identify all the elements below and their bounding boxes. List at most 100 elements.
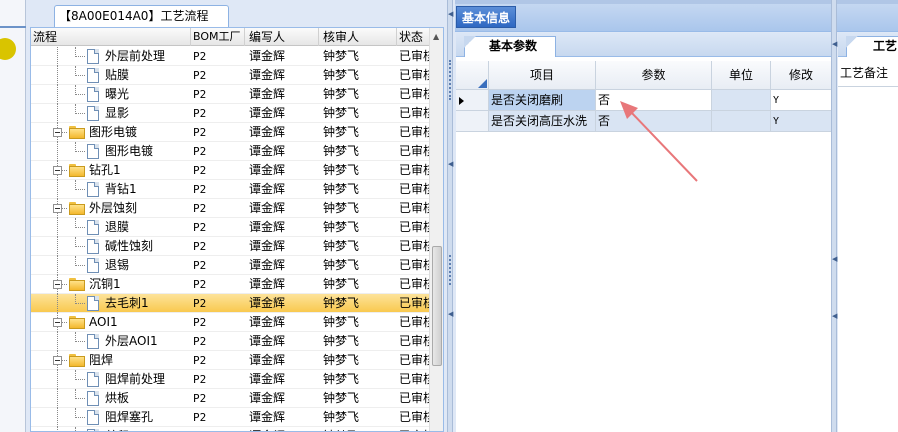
param-value-cell[interactable]: 否 [596,90,712,111]
process-tree-tab[interactable]: 【8A00E014A0】工艺流程 [54,5,229,27]
params-grid-corner[interactable] [456,61,489,90]
param-unit-cell[interactable] [712,111,771,132]
param-item-cell[interactable]: 是否关闭磨刷 [489,90,596,111]
tree-row[interactable]: 外层AOI1 P2 谭金辉 钟梦飞 已审核 [31,332,431,351]
tab-craft[interactable]: 工艺 [846,36,898,57]
tree-row[interactable]: 图形电镀 P2 谭金辉 钟梦飞 已审核 [31,123,431,142]
tree-row[interactable]: 退锡 P2 谭金辉 钟梦飞 已审核 [31,256,431,275]
status-cell: 已审核 [399,353,431,367]
folder-icon [69,316,85,329]
vertical-splitter-right[interactable]: ◀ ◀ ◀ [831,0,837,432]
bom-factory-cell: P2 [193,427,245,431]
author-cell: 谭金辉 [249,87,286,101]
folder-body [69,166,85,177]
tree-connector-line [57,427,58,431]
vertical-splitter-left[interactable]: ◀ ◀ ◀ [447,0,453,432]
status-cell: 已审核 [399,427,431,431]
tree-row[interactable]: 烘板 P2 谭金辉 钟梦飞 已审核 [31,389,431,408]
params-grid: 项目 参数 单位 修改 是否关闭磨刷 否 Y 是否关闭高压水洗 否 Y [456,61,832,141]
tree-row[interactable]: 沉铜1 P2 谭金辉 钟梦飞 已审核 [31,275,431,294]
tree-row[interactable]: 外层蚀刻 P2 谭金辉 钟梦飞 已审核 [31,199,431,218]
tree-row[interactable]: 钻孔1 P2 谭金辉 钟梦飞 已审核 [31,161,431,180]
col-header-status[interactable]: 状态 [397,28,431,46]
document-icon [87,410,99,425]
tab-basic-params[interactable]: 基本参数 [464,36,556,57]
collapse-toggle-icon[interactable] [53,204,62,213]
params-col-item[interactable]: 项目 [489,61,596,90]
tree-row[interactable]: 背钻1 P2 谭金辉 钟梦飞 已审核 [31,180,431,199]
tree-row[interactable]: 阻焊前处理 P2 谭金辉 钟梦飞 已审核 [31,370,431,389]
left-collapsed-panel [0,0,26,432]
document-icon [87,334,99,349]
collapse-toggle-icon[interactable] [53,166,62,175]
params-col-value[interactable]: 参数 [596,61,712,90]
tree-row[interactable]: 退膜 P2 谭金辉 钟梦飞 已审核 [31,218,431,237]
author-cell: 谭金辉 [249,353,286,367]
collapse-toggle-icon[interactable] [53,318,62,327]
tree-row[interactable]: 阻焊塞孔 P2 谭金辉 钟梦飞 已审核 [31,408,431,427]
document-icon [87,220,99,235]
tree-connector-line [75,56,85,57]
tree-row[interactable]: 图形电镀 P2 谭金辉 钟梦飞 已审核 [31,142,431,161]
splitter-collapse-arrow-icon[interactable]: ◀ [448,310,453,318]
reviewer-cell: 钟梦飞 [323,68,360,82]
col-header-author[interactable]: 编写人 [245,28,319,46]
author-cell: 谭金辉 [249,427,319,431]
collapse-toggle-icon[interactable] [53,356,62,365]
tree-scroll-thumb[interactable] [432,246,442,366]
tree-row[interactable]: 阻焊 P2 谭金辉 钟梦飞 已审核 [31,351,431,370]
author-cell: 谭金辉 [249,144,286,158]
param-modify-cell[interactable]: Y [771,90,832,111]
splitter-collapse-arrow-icon[interactable]: ◀ [832,312,837,320]
status-cell: 已审核 [399,315,431,329]
col-header-process[interactable]: 流程 [31,28,191,46]
row-indicator-current-icon[interactable] [456,90,489,111]
scroll-up-arrow-icon[interactable]: ▲ [433,32,439,41]
params-col-modify[interactable]: 修改 [771,61,832,90]
document-icon [87,296,99,311]
splitter-collapse-arrow-icon[interactable]: ◀ [832,255,837,263]
yellow-pill-icon[interactable] [0,38,16,60]
document-icon [87,372,99,387]
folder-icon [69,354,85,367]
document-icon [87,144,99,159]
collapse-toggle-icon[interactable] [53,128,62,137]
tree-row[interactable]: 外层前处理 P2 谭金辉 钟梦飞 已审核 [31,47,431,66]
tab-basic-info[interactable]: 基本信息 [456,6,517,28]
tree-vertical-scrollbar[interactable]: ▲ [429,28,443,431]
row-indicator[interactable] [456,111,489,132]
splitter-collapse-arrow-icon[interactable]: ◀ [448,10,453,18]
tree-connector-line [75,398,85,399]
splitter-collapse-arrow-icon[interactable]: ◀ [832,40,837,48]
reviewer-cell: 钟梦飞 [323,427,397,431]
tree-node-label: 阻焊前处理 [105,372,166,386]
bom-factory-cell: P2 [193,259,207,272]
tree-row[interactable]: 贴膜 P2 谭金辉 钟梦飞 已审核 [31,66,431,85]
reviewer-cell: 钟梦飞 [323,125,360,139]
col-header-bom-factory[interactable]: BOM工厂 [191,28,245,46]
param-unit-cell[interactable] [712,90,771,111]
tree-row[interactable]: AOI1 P2 谭金辉 钟梦飞 已审核 [31,313,431,332]
tree-row[interactable]: 显影 P2 谭金辉 钟梦飞 已审核 [31,104,431,123]
params-col-unit[interactable]: 单位 [712,61,771,90]
tree-row[interactable]: 碱性蚀刻 P2 谭金辉 钟梦飞 已审核 [31,237,431,256]
craft-separator [838,86,898,87]
splitter-collapse-arrow-icon[interactable]: ◀ [448,160,453,168]
sort-corner-icon [478,79,487,88]
param-modify-cell[interactable]: Y [771,111,832,132]
tree-row[interactable]: 去毛刺1 P2 谭金辉 钟梦飞 已审核 [31,294,431,313]
collapse-toggle-icon[interactable] [53,280,62,289]
reviewer-cell: 钟梦飞 [323,315,360,329]
tree-grid-header: 流程 BOM工厂 编写人 核审人 状态 [31,28,431,46]
param-value-cell[interactable]: 否 [596,111,712,132]
author-cell: 谭金辉 [249,49,286,63]
param-item-cell[interactable]: 是否关闭高压水洗 [489,111,596,132]
reviewer-cell: 钟梦飞 [323,334,360,348]
reviewer-cell: 钟梦飞 [323,49,360,63]
col-header-reviewer[interactable]: 核审人 [319,28,397,46]
tree-row[interactable]: 曝光 P2 谭金辉 钟梦飞 已审核 [31,85,431,104]
author-cell: 谭金辉 [249,68,286,82]
tree-row[interactable]: 丝印 P2 谭金辉钟梦飞已审核 [31,427,431,431]
reviewer-cell: 钟梦飞 [323,391,360,405]
tree-connector-line [57,104,58,123]
